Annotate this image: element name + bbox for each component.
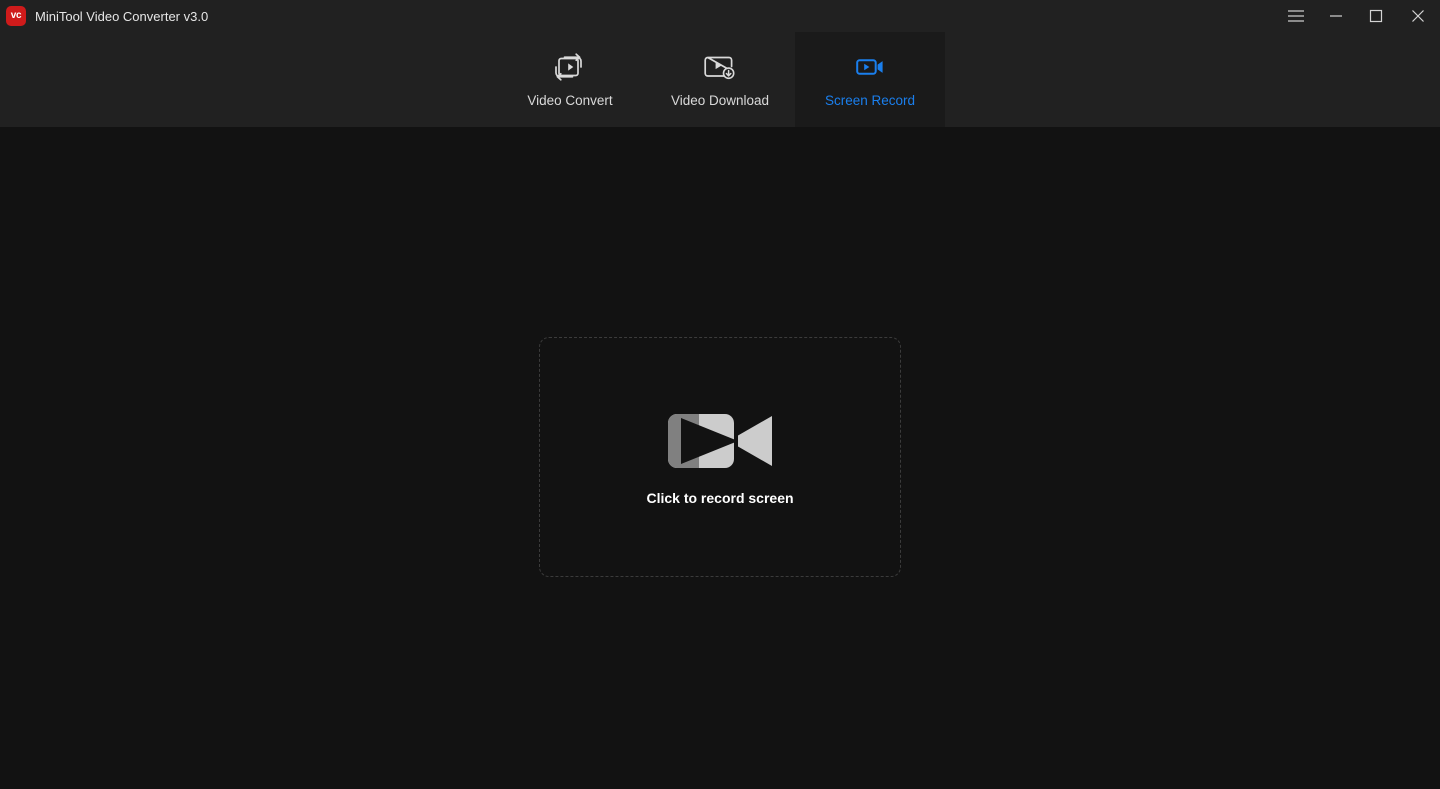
window-title: MiniTool Video Converter v3.0 <box>35 8 209 24</box>
video-download-icon <box>703 49 737 85</box>
screen-record-icon <box>853 49 887 85</box>
app-logo-text: vc <box>10 10 22 21</box>
close-icon[interactable] <box>1396 0 1440 32</box>
app-window: vc MiniTool Video Converter v3.0 Video C… <box>0 0 1440 789</box>
minimize-icon[interactable] <box>1316 0 1356 32</box>
video-camera-icon <box>668 410 772 472</box>
hamburger-menu-icon[interactable] <box>1276 0 1316 32</box>
tab-label: Screen Record <box>824 93 916 108</box>
dropzone-label: Click to record screen <box>646 489 794 506</box>
tab-screen-record[interactable]: Screen Record <box>795 32 945 127</box>
main-content: Click to record screen <box>0 127 1440 789</box>
video-convert-icon <box>553 49 587 85</box>
window-controls <box>1276 0 1440 32</box>
maximize-icon[interactable] <box>1356 0 1396 32</box>
tab-video-download[interactable]: Video Download <box>645 32 795 127</box>
tab-video-convert[interactable]: Video Convert <box>495 32 645 127</box>
tab-label: Video Download <box>670 93 770 108</box>
tab-label: Video Convert <box>527 93 613 108</box>
app-logo-icon: vc <box>6 6 26 26</box>
title-bar: vc MiniTool Video Converter v3.0 <box>0 0 1440 32</box>
record-screen-dropzone[interactable]: Click to record screen <box>539 337 901 577</box>
main-tab-bar: Video Convert Video Download Screen Reco… <box>0 32 1440 127</box>
